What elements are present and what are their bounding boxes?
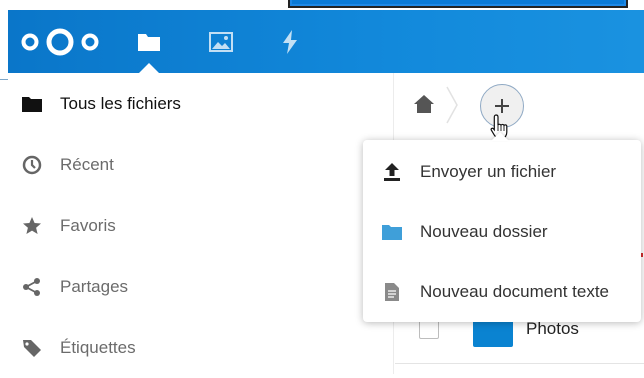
star-icon: [21, 215, 43, 237]
sidebar-item-label: Favoris: [60, 216, 116, 235]
menu-item-upload[interactable]: Envoyer un fichier: [363, 142, 641, 202]
upload-icon: [381, 161, 403, 183]
window-edge-line: [0, 79, 8, 80]
top-header: [8, 10, 644, 73]
nextcloud-logo[interactable]: [20, 27, 100, 57]
breadcrumb: [395, 73, 644, 135]
sidebar-item-label: Tous les fichiers: [60, 94, 181, 113]
sidebar-item-label: Étiquettes: [60, 338, 136, 357]
share-icon: [21, 276, 43, 298]
app-photos-button[interactable]: [204, 25, 238, 59]
row-divider: [395, 363, 644, 364]
active-app-caret: [139, 63, 159, 73]
folder-icon: [21, 93, 43, 115]
sidebar-item-recent[interactable]: Récent: [8, 135, 394, 195]
file-name[interactable]: Photos: [526, 319, 579, 339]
app-files-button[interactable]: [132, 25, 166, 59]
image-icon: [209, 32, 233, 52]
plus-icon: [495, 99, 509, 113]
folder-icon: [381, 221, 403, 243]
sidebar-item-shares[interactable]: Partages: [8, 257, 394, 317]
sidebar-item-all-files[interactable]: Tous les fichiers: [8, 74, 394, 134]
sidebar-item-label: Récent: [60, 155, 114, 174]
breadcrumb-separator: [446, 86, 458, 124]
tag-icon: [21, 337, 43, 359]
app-activity-button[interactable]: [273, 25, 307, 59]
lightning-icon: [283, 30, 297, 54]
new-file-menu: Envoyer un fichier Nouveau dossier Nouve…: [363, 140, 641, 322]
menu-item-label: Nouveau document texte: [420, 282, 610, 301]
menu-item-label: Nouveau dossier: [420, 222, 548, 241]
menu-item-new-text-document[interactable]: Nouveau document texte: [363, 262, 641, 322]
menu-item-new-folder[interactable]: Nouveau dossier: [363, 202, 641, 262]
clock-icon: [21, 154, 43, 176]
folder-icon: [138, 34, 160, 51]
sidebar-item-label: Partages: [60, 277, 129, 296]
menu-item-label: Envoyer un fichier: [420, 162, 557, 181]
home-icon[interactable]: [413, 93, 435, 115]
app-navigation: Tous les fichiers Récent Favoris Partage…: [8, 73, 394, 374]
background-window-edge: [288, 0, 628, 8]
sidebar-item-favorites[interactable]: Favoris: [8, 196, 394, 256]
top-strip: [0, 0, 644, 10]
text-file-icon: [381, 281, 403, 303]
sidebar-item-tags[interactable]: Étiquettes: [8, 318, 394, 378]
row-checkbox[interactable]: [419, 319, 439, 339]
